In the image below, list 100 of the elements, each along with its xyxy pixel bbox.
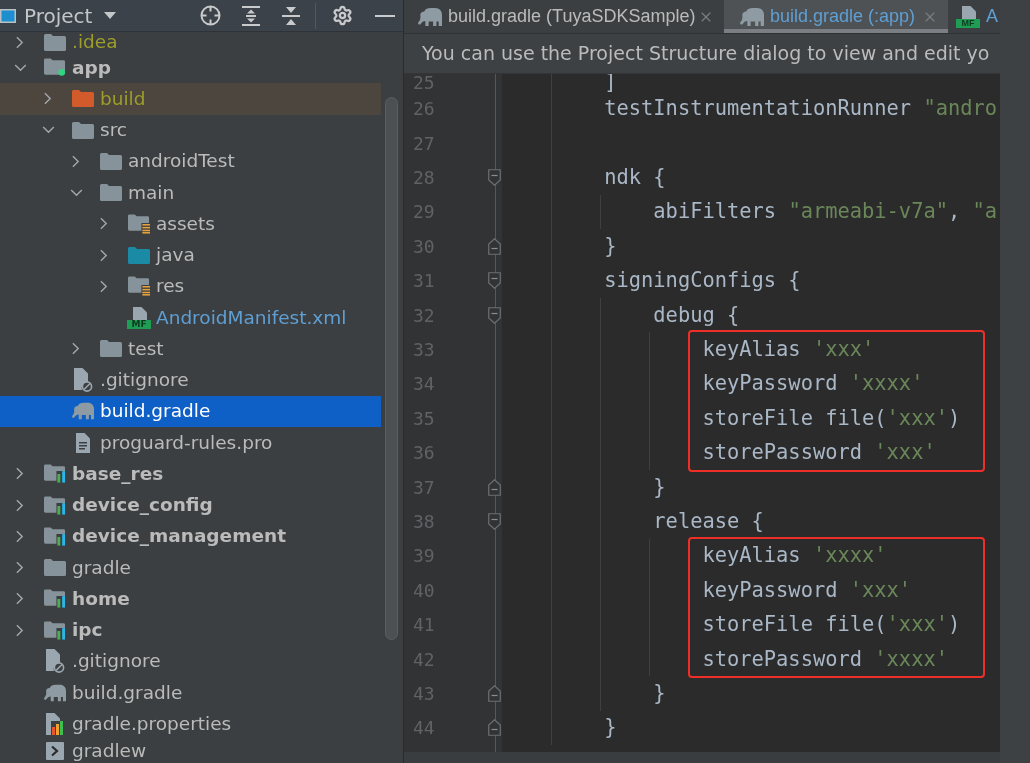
- chevron-right-icon[interactable]: [100, 279, 108, 293]
- notification-text: You can use the Project Structure dialog to view and edit yo: [422, 41, 990, 67]
- collapse-all-icon[interactable]: [282, 5, 300, 26]
- module-folder-icon: [44, 526, 66, 546]
- properties-file-icon: [45, 712, 65, 735]
- code-line: storePassword 'xxx': [702, 444, 936, 462]
- elephant-icon: [418, 7, 442, 26]
- editor-tab[interactable]: MF A: [948, 0, 1000, 33]
- code-line: testInstrumentationRunner "andro: [604, 100, 998, 118]
- chevron-right-icon[interactable]: [16, 529, 24, 543]
- tree-item[interactable]: gradlew: [0, 739, 381, 763]
- code-line: ndk {: [604, 169, 666, 187]
- tree-item[interactable]: .gitignore: [0, 645, 381, 677]
- resource-folder-icon: [128, 276, 150, 297]
- code-line: storeFile file('xxx'): [702, 616, 961, 634]
- settings-icon[interactable]: [332, 5, 353, 26]
- code-line: keyPassword 'xxxx': [702, 375, 924, 393]
- minimize-icon[interactable]: [375, 14, 395, 17]
- tree-item[interactable]: build.gradle: [0, 677, 381, 709]
- folder-icon: [44, 559, 66, 577]
- resource-folder-icon: [128, 213, 150, 234]
- module-folder-icon: [44, 620, 66, 640]
- tree-item[interactable]: ipc: [0, 614, 381, 646]
- tree-item[interactable]: build.gradle: [0, 395, 381, 427]
- chevron-right-icon[interactable]: [16, 592, 24, 606]
- chevron-down-icon[interactable]: [69, 188, 83, 197]
- ignore-file-icon: [73, 368, 93, 393]
- chevron-down-icon[interactable]: [13, 63, 27, 72]
- folder-icon: [100, 152, 122, 170]
- fold-marker-icon[interactable]: [488, 169, 501, 187]
- tree-item[interactable]: .idea: [0, 32, 381, 52]
- tree-item[interactable]: gradle.properties: [0, 708, 381, 740]
- fold-marker-icon[interactable]: [488, 684, 501, 702]
- chevron-right-icon[interactable]: [44, 92, 52, 106]
- tree-item[interactable]: device_config: [0, 489, 381, 521]
- editor-tab[interactable]: build.gradle (TuyaSDKSample): [404, 0, 724, 33]
- module-folder-icon: [44, 495, 66, 515]
- tree-item[interactable]: MF AndroidManifest.xml: [0, 302, 381, 334]
- tree-item[interactable]: build: [0, 83, 381, 115]
- elephant-icon: [72, 402, 94, 421]
- tree-item[interactable]: test: [0, 333, 381, 365]
- chevron-right-icon[interactable]: [100, 217, 108, 231]
- code-line: }: [604, 237, 617, 255]
- code-line: keyAlias 'xxxx': [702, 547, 887, 565]
- tree-item[interactable]: assets: [0, 208, 381, 240]
- chevron-down-icon[interactable]: [41, 126, 55, 135]
- terminal-file-icon: [46, 742, 64, 760]
- project-view-dropdown[interactable]: Project: [24, 0, 117, 31]
- chevron-right-icon[interactable]: [16, 467, 24, 481]
- fold-marker-icon[interactable]: [488, 719, 501, 737]
- module-folder-icon: [44, 589, 66, 609]
- code-line: debug {: [653, 306, 740, 324]
- chevron-right-icon[interactable]: [16, 623, 24, 637]
- fold-marker-icon[interactable]: [488, 306, 501, 324]
- folder-icon: [44, 33, 66, 51]
- fold-marker-icon[interactable]: [488, 512, 501, 530]
- code-line: signingConfigs {: [604, 272, 801, 290]
- tree-item[interactable]: src: [0, 114, 381, 146]
- tree-item[interactable]: device_management: [0, 520, 381, 552]
- tree-item[interactable]: main: [0, 177, 381, 209]
- module-folder-icon: [44, 58, 66, 78]
- chevron-right-icon[interactable]: [16, 35, 24, 49]
- chevron-right-icon[interactable]: [16, 498, 24, 512]
- folder-icon: [100, 340, 122, 358]
- text-file-icon: [75, 432, 91, 453]
- chevron-right-icon[interactable]: [72, 342, 80, 356]
- ignore-file-icon: [45, 649, 65, 674]
- tree-item[interactable]: androidTest: [0, 145, 381, 177]
- chevron-right-icon[interactable]: [72, 154, 80, 168]
- window-icon: [0, 8, 16, 23]
- fold-marker-icon[interactable]: [488, 272, 501, 290]
- tree-item[interactable]: java: [0, 239, 381, 271]
- code-line: abiFilters "armeabi-v7a", "a: [653, 203, 998, 221]
- tree-item[interactable]: home: [0, 583, 381, 615]
- module-folder-icon: [44, 464, 66, 484]
- chevron-right-icon[interactable]: [100, 248, 108, 262]
- folder-icon: [72, 90, 94, 108]
- tree-item[interactable]: res: [0, 270, 381, 302]
- elephant-icon: [740, 7, 764, 26]
- code-line: release {: [653, 512, 764, 530]
- tree-item[interactable]: gradle: [0, 552, 381, 584]
- code-line: }: [604, 719, 617, 737]
- code-line: storePassword 'xxxx': [702, 650, 948, 668]
- expand-all-icon[interactable]: [242, 5, 260, 26]
- elephant-icon: [44, 683, 66, 702]
- code-line: keyAlias 'xxx': [702, 341, 875, 358]
- fold-marker-icon[interactable]: [488, 237, 501, 255]
- chevron-right-icon[interactable]: [16, 561, 24, 575]
- fold-marker-icon[interactable]: [488, 478, 501, 496]
- tree-item[interactable]: base_res: [0, 458, 381, 490]
- folder-icon: [128, 246, 150, 264]
- caret-down-icon: [104, 12, 117, 19]
- folder-icon: [72, 121, 94, 139]
- tree-item[interactable]: .gitignore: [0, 364, 381, 396]
- code-line: }: [653, 684, 666, 702]
- crosshair-icon[interactable]: [200, 5, 221, 26]
- scrollbar-thumb[interactable]: [385, 97, 398, 640]
- tree-item[interactable]: proguard-rules.pro: [0, 427, 381, 459]
- tree-item[interactable]: app: [0, 52, 381, 84]
- editor-tab[interactable]: build.gradle (:app): [724, 0, 948, 33]
